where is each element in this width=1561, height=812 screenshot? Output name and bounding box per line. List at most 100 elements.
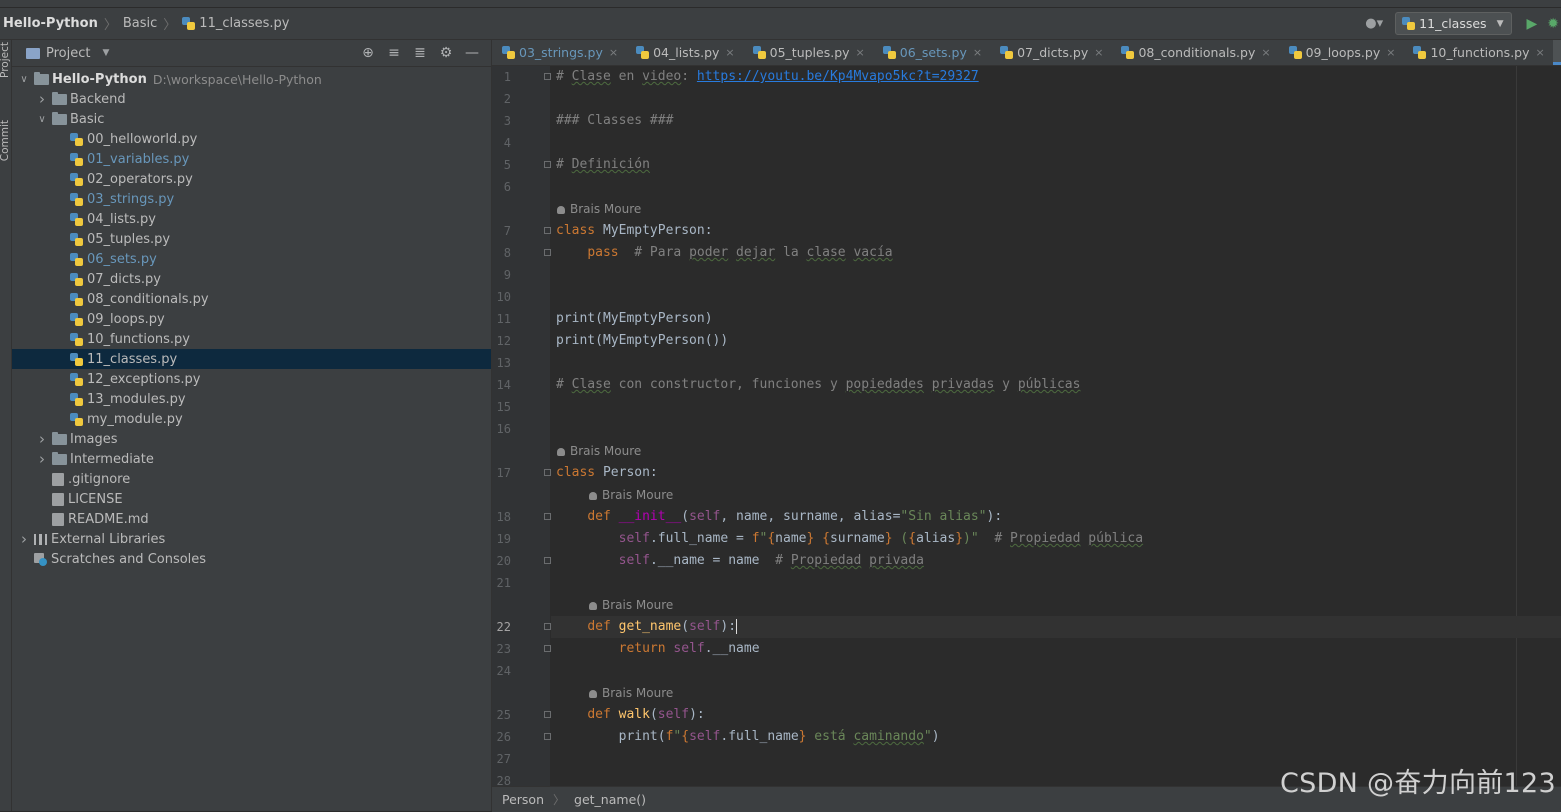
tree-item[interactable]: 10_functions.py <box>12 329 491 349</box>
code-line[interactable]: # Definición <box>551 154 1561 176</box>
tree-item[interactable]: › Intermediate <box>12 449 491 469</box>
tree-item[interactable]: 12_exceptions.py <box>12 369 491 389</box>
tree-item[interactable]: 09_loops.py <box>12 309 491 329</box>
code-line[interactable] <box>551 396 1561 418</box>
fold-icon[interactable] <box>544 711 551 718</box>
tree-item[interactable]: 05_tuples.py <box>12 229 491 249</box>
close-icon[interactable]: × <box>856 46 865 59</box>
debug-icon[interactable]: ✹ <box>1547 16 1559 32</box>
tool-tab-commit[interactable]: Commit <box>0 120 11 161</box>
close-icon[interactable]: × <box>1536 46 1545 59</box>
code-line[interactable]: class MyEmptyPerson: <box>551 220 1561 242</box>
code-author-hint[interactable]: Brais Moure <box>589 594 673 616</box>
close-icon[interactable]: × <box>609 46 618 59</box>
expand-all-icon[interactable]: ≡ <box>381 45 407 61</box>
code-token[interactable]: https://youtu.be/Kp4Mvapo5kc?t=29327 <box>697 69 979 84</box>
tree-item[interactable]: 02_operators.py <box>12 169 491 189</box>
code-line[interactable] <box>551 176 1561 198</box>
tree-item[interactable]: my_module.py <box>12 409 491 429</box>
fold-icon[interactable] <box>544 227 551 234</box>
breadcrumb-file[interactable]: 11_classes.py <box>180 8 291 39</box>
run-configuration-select[interactable]: 11_classes ▼ <box>1395 12 1513 35</box>
breadcrumb-class[interactable]: Person <box>502 792 544 807</box>
tree-item[interactable]: 08_conditionals.py <box>12 289 491 309</box>
close-icon[interactable]: × <box>1094 46 1103 59</box>
tree-item[interactable]: › External Libraries <box>12 529 491 549</box>
code-line[interactable]: # Clase en video: https://youtu.be/Kp4Mv… <box>551 66 1561 88</box>
fold-icon[interactable] <box>544 733 551 740</box>
tree-item[interactable]: › Backend <box>12 89 491 109</box>
fold-icon[interactable] <box>544 513 551 520</box>
code-line[interactable]: def get_name(self): <box>551 616 1561 638</box>
tree-item[interactable]: › Images <box>12 429 491 449</box>
chevron-right-icon[interactable]: › <box>36 450 48 468</box>
breadcrumb-project[interactable]: Hello-Python <box>0 8 100 39</box>
fold-icon[interactable] <box>544 645 551 652</box>
code-author-hint[interactable]: Brais Moure <box>557 198 641 220</box>
breadcrumb-method[interactable]: get_name() <box>574 792 646 807</box>
code-line[interactable]: # Clase con constructor, funciones y pop… <box>551 374 1561 396</box>
tree-root[interactable]: ∨ Hello-Python D:\workspace\Hello-Python <box>12 69 491 89</box>
code-line[interactable] <box>551 660 1561 682</box>
tree-item[interactable]: 00_helloworld.py <box>12 129 491 149</box>
code-author-hint[interactable]: Brais Moure <box>589 484 673 506</box>
code-line[interactable]: def walk(self): <box>551 704 1561 726</box>
hide-icon[interactable]: — <box>459 45 485 61</box>
editor-tab[interactable]: 04_lists.py × <box>626 40 743 65</box>
code-line[interactable]: ### Classes ### <box>551 110 1561 132</box>
code-line[interactable]: self.__name = name # Propiedad privada <box>551 550 1561 572</box>
close-icon[interactable]: × <box>1386 46 1395 59</box>
code-line[interactable]: print(MyEmptyPerson()) <box>551 330 1561 352</box>
code-line[interactable]: print(MyEmptyPerson) <box>551 308 1561 330</box>
tree-item[interactable]: 01_variables.py <box>12 149 491 169</box>
editor-tab[interactable]: 10_functions.py × <box>1403 40 1552 65</box>
breadcrumb-folder[interactable]: Basic <box>121 8 159 39</box>
code-line[interactable] <box>551 572 1561 594</box>
code-editor[interactable]: # Clase en video: https://youtu.be/Kp4Mv… <box>551 66 1561 786</box>
collapse-all-icon[interactable]: ≣ <box>407 45 433 61</box>
code-line[interactable] <box>551 418 1561 440</box>
code-line[interactable]: print(f"{self.full_name} está caminando"… <box>551 726 1561 748</box>
code-line[interactable]: pass # Para poder dejar la clase vacía <box>551 242 1561 264</box>
code-line[interactable]: self.full_name = f"{name} {surname} ({al… <box>551 528 1561 550</box>
editor-tab[interactable]: 07_dicts.py × <box>990 40 1111 65</box>
editor-tab[interactable]: 03_strings.py × <box>492 40 626 65</box>
close-icon[interactable]: × <box>973 46 982 59</box>
editor-tab[interactable]: 05_tuples.py × <box>743 40 873 65</box>
code-line[interactable] <box>551 352 1561 374</box>
chevron-down-icon[interactable]: ▼ <box>102 48 109 58</box>
code-line[interactable]: return self.__name <box>551 638 1561 660</box>
fold-icon[interactable] <box>544 161 551 168</box>
tree-item[interactable]: 04_lists.py <box>12 209 491 229</box>
code-line[interactable] <box>551 132 1561 154</box>
tree-item[interactable]: ∨ Basic <box>12 109 491 129</box>
editor-tab[interactable]: 09_loops.py × <box>1279 40 1404 65</box>
fold-icon[interactable] <box>544 249 551 256</box>
locate-file-icon[interactable]: ⊕ <box>355 45 381 61</box>
chevron-right-icon[interactable]: › <box>36 430 48 448</box>
run-icon[interactable]: ▶ <box>1526 16 1537 32</box>
fold-icon[interactable] <box>544 469 551 476</box>
code-line[interactable] <box>551 286 1561 308</box>
fold-icon[interactable] <box>544 623 551 630</box>
fold-icon[interactable] <box>544 557 551 564</box>
tree-item[interactable]: Scratches and Consoles <box>12 549 491 569</box>
tree-item[interactable]: 07_dicts.py <box>12 269 491 289</box>
tree-item[interactable]: LICENSE <box>12 489 491 509</box>
editor-tab[interactable]: 06_sets.py × <box>873 40 990 65</box>
close-icon[interactable]: × <box>725 46 734 59</box>
code-author-hint[interactable]: Brais Moure <box>557 440 641 462</box>
chevron-right-icon[interactable]: › <box>36 90 48 108</box>
code-line[interactable] <box>551 88 1561 110</box>
user-icon[interactable]: ●▾ <box>1365 16 1383 31</box>
project-panel-title[interactable]: Project <box>46 46 90 61</box>
code-line[interactable]: def __init__(self, name, surname, alias=… <box>551 506 1561 528</box>
code-line[interactable] <box>551 264 1561 286</box>
gear-icon[interactable]: ⚙ <box>433 45 459 61</box>
tree-item[interactable]: 06_sets.py <box>12 249 491 269</box>
close-icon[interactable]: × <box>1261 46 1270 59</box>
code-line[interactable]: class Person: <box>551 462 1561 484</box>
chevron-down-icon[interactable]: ∨ <box>36 114 48 125</box>
tree-item[interactable]: README.md <box>12 509 491 529</box>
code-author-hint[interactable]: Brais Moure <box>589 682 673 704</box>
